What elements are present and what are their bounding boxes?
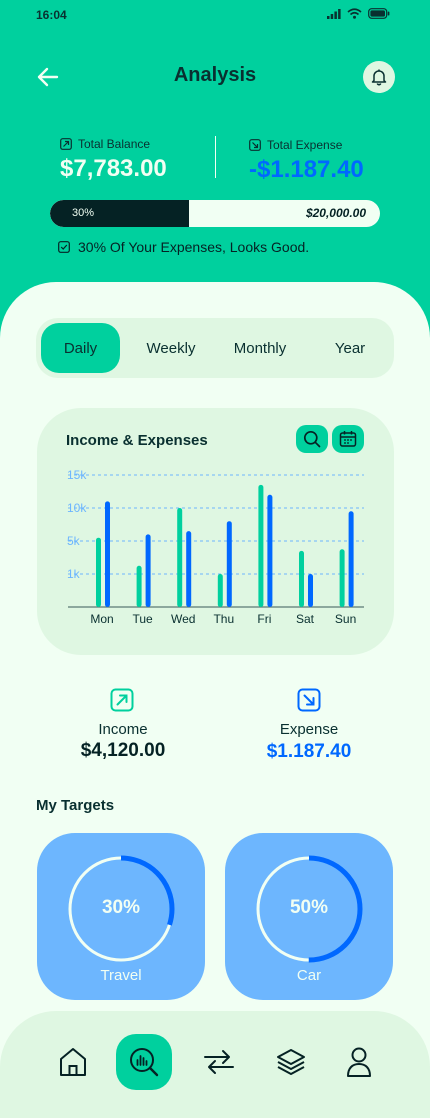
y-tick-label: 5k xyxy=(67,534,81,548)
y-tick-label: 15k xyxy=(67,468,87,482)
chart-bar xyxy=(136,565,142,607)
transactions-icon xyxy=(204,1050,234,1074)
nav-profile[interactable] xyxy=(331,1034,387,1090)
income-arrow-icon xyxy=(110,688,134,712)
chart-bar xyxy=(258,484,264,607)
chart-bar xyxy=(186,531,192,607)
targets-title: My Targets xyxy=(36,797,115,814)
income-value: $4,120.00 xyxy=(80,740,166,761)
target-card-travel[interactable]: 30% Travel xyxy=(37,833,205,1000)
expense-arrow-icon xyxy=(297,688,321,712)
chart-bar xyxy=(145,534,151,607)
home-icon xyxy=(60,1048,86,1076)
x-tick-label: Fri xyxy=(257,612,271,626)
income-summary-icon-wrap xyxy=(110,688,134,717)
x-tick-label: Wed xyxy=(171,612,195,626)
x-tick-label: Sat xyxy=(296,612,315,626)
chart-bar xyxy=(308,574,313,607)
x-tick-label: Mon xyxy=(90,612,113,626)
income-label: Income xyxy=(98,721,148,738)
profile-icon xyxy=(347,1047,371,1077)
chart-bar xyxy=(177,508,183,607)
chart-bar xyxy=(339,549,345,607)
target-label-travel: Travel xyxy=(100,967,142,984)
x-tick-label: Sun xyxy=(335,612,356,626)
nav-categories[interactable] xyxy=(263,1034,319,1090)
chart-bar xyxy=(348,511,354,607)
chart-bar xyxy=(226,521,232,607)
analysis-icon xyxy=(130,1048,159,1077)
nav-transactions[interactable] xyxy=(191,1034,247,1090)
target-card-car[interactable]: 50% Car xyxy=(225,833,393,1000)
layers-icon xyxy=(277,1049,305,1075)
y-tick-label: 1k xyxy=(67,567,81,581)
x-tick-label: Thu xyxy=(213,612,234,626)
chart-bar xyxy=(217,574,223,607)
target-label-car: Car xyxy=(296,967,322,984)
chart-bar xyxy=(299,550,304,607)
y-tick-label: 10k xyxy=(67,501,87,515)
expense-value: $1.187.40 xyxy=(266,741,352,762)
nav-home[interactable] xyxy=(45,1034,101,1090)
nav-analysis[interactable] xyxy=(116,1034,172,1090)
expense-label: Expense xyxy=(279,721,339,738)
target-percent-travel: 30% xyxy=(101,897,141,918)
chart-bar xyxy=(267,494,273,607)
expense-summary-icon-wrap xyxy=(297,688,321,717)
income-expenses-chart: 15k 10k 5k 1k Mon Tue Wed Thu Fri Sat Sun xyxy=(67,468,364,626)
target-percent-car: 50% xyxy=(289,897,329,918)
chart-bar xyxy=(105,501,110,607)
x-tick-label: Tue xyxy=(132,612,153,626)
chart-bar xyxy=(96,537,101,607)
